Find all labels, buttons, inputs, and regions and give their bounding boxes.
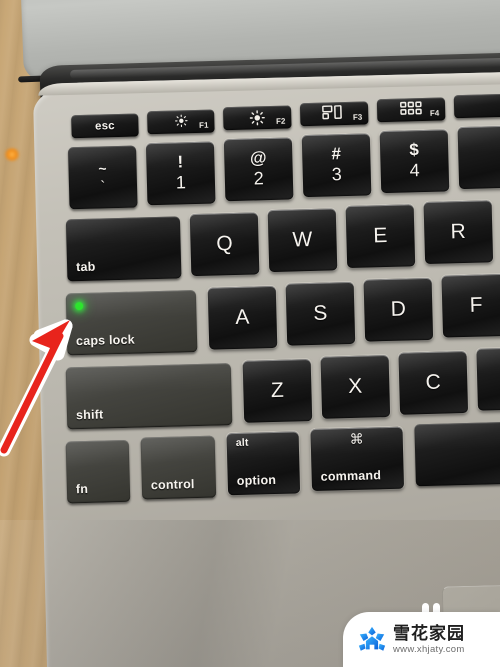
key-w[interactable]: W bbox=[267, 208, 338, 273]
key-command[interactable]: ⌘ command bbox=[310, 426, 405, 492]
brightness-up-icon bbox=[249, 110, 266, 130]
key-option-alt-label: alt bbox=[235, 436, 249, 450]
key-f1[interactable]: F1 bbox=[147, 109, 215, 135]
key-f[interactable]: F bbox=[441, 273, 500, 338]
key-command-label: command bbox=[320, 468, 382, 484]
key-tilde[interactable]: ~ ` bbox=[67, 145, 138, 210]
command-symbol-icon: ⌘ bbox=[349, 430, 365, 448]
watermark-brand: 雪花家园 bbox=[393, 623, 465, 643]
watermark-url: www.xhjaty.com bbox=[393, 643, 465, 655]
key-escape[interactable]: esc bbox=[71, 113, 139, 139]
red-pointer-arrow bbox=[0, 319, 73, 457]
key-one-upper: ! bbox=[177, 152, 184, 172]
key-control[interactable]: control bbox=[140, 435, 217, 500]
key-f4-label: F4 bbox=[429, 108, 440, 118]
key-option-label: option bbox=[236, 472, 277, 489]
key-c[interactable]: C bbox=[398, 350, 469, 415]
key-s-label: S bbox=[313, 301, 328, 325]
key-three-lower: 3 bbox=[331, 164, 343, 185]
key-f3-label: F3 bbox=[352, 112, 363, 122]
key-e-label: E bbox=[372, 223, 388, 248]
key-f1-label: F1 bbox=[198, 120, 209, 130]
mission-control-icon bbox=[322, 105, 346, 125]
key-r[interactable]: R bbox=[423, 200, 494, 264]
launchpad-icon bbox=[400, 101, 422, 121]
key-f2-label: F2 bbox=[275, 116, 286, 126]
key-x[interactable]: X bbox=[320, 354, 391, 419]
key-w-label: W bbox=[292, 227, 313, 252]
key-q[interactable]: Q bbox=[189, 212, 260, 277]
key-one[interactable]: ! 1 bbox=[145, 141, 216, 206]
key-five[interactable] bbox=[457, 125, 500, 190]
key-f2[interactable]: F2 bbox=[222, 105, 292, 131]
key-three-upper: # bbox=[331, 144, 342, 164]
key-z[interactable]: Z bbox=[242, 359, 313, 423]
snowflake-house-logo bbox=[358, 626, 386, 651]
watermark-text: 雪花家园 www.xhjaty.com bbox=[393, 625, 465, 655]
key-e[interactable]: E bbox=[345, 204, 416, 269]
key-space[interactable] bbox=[414, 421, 500, 487]
key-f3[interactable]: F3 bbox=[299, 101, 369, 127]
key-s[interactable]: S bbox=[285, 281, 356, 346]
key-two-lower: 2 bbox=[253, 168, 265, 189]
key-x-label: X bbox=[347, 374, 363, 399]
key-tilde-lower: ` bbox=[100, 178, 106, 196]
key-two-upper: @ bbox=[249, 148, 267, 168]
key-f4[interactable]: F4 bbox=[376, 97, 446, 123]
key-three[interactable]: # 3 bbox=[301, 133, 372, 198]
key-option[interactable]: alt option bbox=[226, 431, 301, 496]
key-escape-label: esc bbox=[94, 120, 115, 133]
key-tilde-upper: ~ bbox=[98, 160, 107, 177]
brightness-down-icon bbox=[174, 114, 188, 132]
key-control-label: control bbox=[150, 477, 195, 493]
key-z-label: Z bbox=[270, 378, 285, 403]
key-f-label: F bbox=[469, 293, 484, 317]
key-a[interactable]: A bbox=[207, 285, 278, 350]
key-four-lower: 4 bbox=[409, 160, 421, 181]
key-two[interactable]: @ 2 bbox=[223, 137, 294, 202]
key-v[interactable] bbox=[476, 347, 500, 411]
key-tab-label: tab bbox=[75, 259, 96, 275]
key-q-label: Q bbox=[215, 232, 234, 256]
key-a-label: A bbox=[235, 305, 250, 329]
key-d-label: D bbox=[390, 297, 407, 321]
key-f5[interactable] bbox=[453, 93, 500, 119]
screenshot-root: esc F1 F2 F3 F4 ~ ` ! 1 @ 2 # 3 $ 4 tab … bbox=[0, 0, 500, 667]
key-fn-label: fn bbox=[75, 481, 89, 497]
watermark-badge: 雪花家园 www.xhjaty.com bbox=[343, 612, 500, 667]
key-one-lower: 1 bbox=[175, 172, 187, 193]
key-c-label: C bbox=[425, 370, 442, 395]
key-tab[interactable]: tab bbox=[65, 216, 182, 282]
key-r-label: R bbox=[450, 219, 467, 244]
key-four-upper: $ bbox=[409, 140, 420, 160]
key-four[interactable]: $ 4 bbox=[379, 129, 450, 194]
key-d[interactable]: D bbox=[363, 277, 434, 342]
